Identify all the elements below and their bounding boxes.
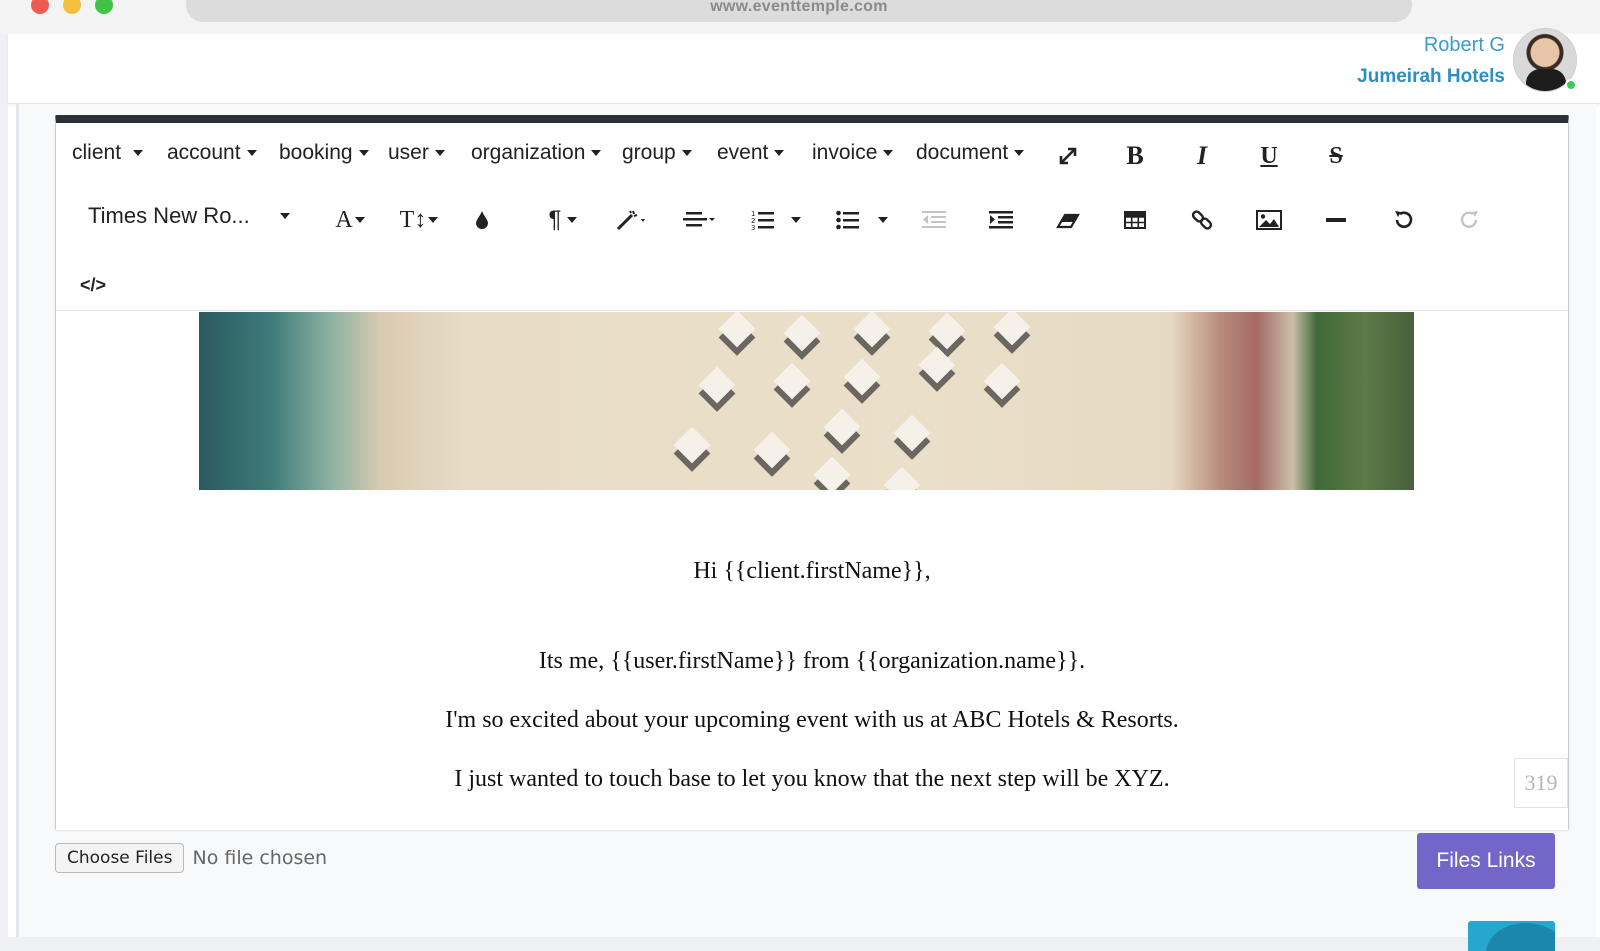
align-icon[interactable] (680, 203, 720, 237)
app-header: Robert G Jumeirah Hotels (8, 28, 1600, 104)
organization-dropdown[interactable]: organization (471, 141, 602, 165)
address-bar[interactable]: www.eventtemple.com (186, 0, 1412, 22)
file-input: Choose Files No file chosen (55, 843, 327, 873)
app-window: Robert G Jumeirah Hotels client account … (8, 28, 1600, 951)
invoice-dropdown[interactable]: invoice (812, 141, 894, 165)
italic-icon[interactable]: I (1185, 139, 1219, 173)
user-dropdown[interactable]: user (388, 141, 445, 165)
image-icon[interactable] (1252, 203, 1286, 237)
save-button[interactable] (1468, 921, 1555, 951)
user-name[interactable]: Robert G (1424, 34, 1505, 57)
browser-chrome: www.eventtemple.com (0, 0, 1600, 34)
main-content: client account booking user organization… (16, 104, 1596, 951)
strikethrough-icon[interactable]: S (1319, 139, 1353, 173)
color-drop-icon[interactable] (465, 203, 499, 237)
files-links-button[interactable]: Files Links (1417, 833, 1555, 889)
magic-wand-icon[interactable] (612, 203, 652, 237)
file-status: No file chosen (192, 847, 328, 869)
letter-line-3: I just wanted to touch base to let you k… (454, 766, 1170, 792)
horizontal-rule-icon[interactable] (1319, 203, 1353, 237)
user-organization[interactable]: Jumeirah Hotels (1357, 66, 1505, 88)
table-icon[interactable] (1118, 203, 1152, 237)
letter-greeting: Hi {{client.firstName}}, (693, 558, 931, 584)
editor-body[interactable]: Hi {{client.firstName}}, Its me, {{user.… (56, 312, 1568, 830)
fullscreen-icon[interactable] (1051, 139, 1085, 173)
redo-icon[interactable] (1453, 203, 1487, 237)
bold-icon[interactable]: B (1118, 139, 1152, 173)
letter-line-2: I'm so excited about your upcoming event… (445, 707, 1179, 733)
close-window-icon[interactable] (31, 0, 49, 14)
svg-text:3: 3 (751, 224, 755, 231)
online-status-icon (1565, 79, 1577, 91)
paragraph-icon[interactable]: ¶ (540, 203, 586, 237)
letter-line-1: Its me, {{user.firstName}} from {{organi… (538, 648, 1086, 674)
code-view-icon[interactable]: </> (76, 268, 110, 302)
outdent-icon[interactable] (917, 203, 951, 237)
text-height-icon[interactable]: T↕ (394, 203, 444, 237)
choose-files-button[interactable]: Choose Files (55, 843, 185, 873)
underline-icon[interactable]: U (1252, 139, 1286, 173)
eraser-icon[interactable] (1051, 203, 1085, 237)
account-dropdown[interactable]: account (167, 141, 257, 165)
editor-toolbar: client account booking user organization… (56, 123, 1568, 311)
ordered-list-dropdown-icon[interactable] (786, 203, 806, 237)
document-dropdown[interactable]: document (916, 141, 1025, 165)
client-dropdown[interactable]: client (72, 141, 144, 165)
booking-dropdown[interactable]: booking (279, 141, 369, 165)
ordered-list-icon[interactable]: 123 (746, 203, 780, 237)
indent-icon[interactable] (984, 203, 1018, 237)
beach-banner-image (199, 312, 1414, 490)
url-text: www.eventtemple.com (710, 0, 888, 15)
rich-text-editor: client account booking user organization… (55, 115, 1569, 830)
bullet-list-icon[interactable] (831, 203, 865, 237)
maximize-window-icon[interactable] (95, 0, 113, 14)
minimize-window-icon[interactable] (63, 0, 81, 14)
event-dropdown[interactable]: event (717, 141, 785, 165)
font-size-icon[interactable]: A (328, 203, 372, 237)
bullet-list-dropdown-icon[interactable] (873, 203, 893, 237)
group-dropdown[interactable]: group (622, 141, 692, 165)
font-family-dropdown[interactable]: Times New Ro... (88, 203, 290, 229)
link-icon[interactable] (1185, 203, 1219, 237)
undo-icon[interactable] (1386, 203, 1420, 237)
character-counter: 319 (1514, 758, 1568, 808)
